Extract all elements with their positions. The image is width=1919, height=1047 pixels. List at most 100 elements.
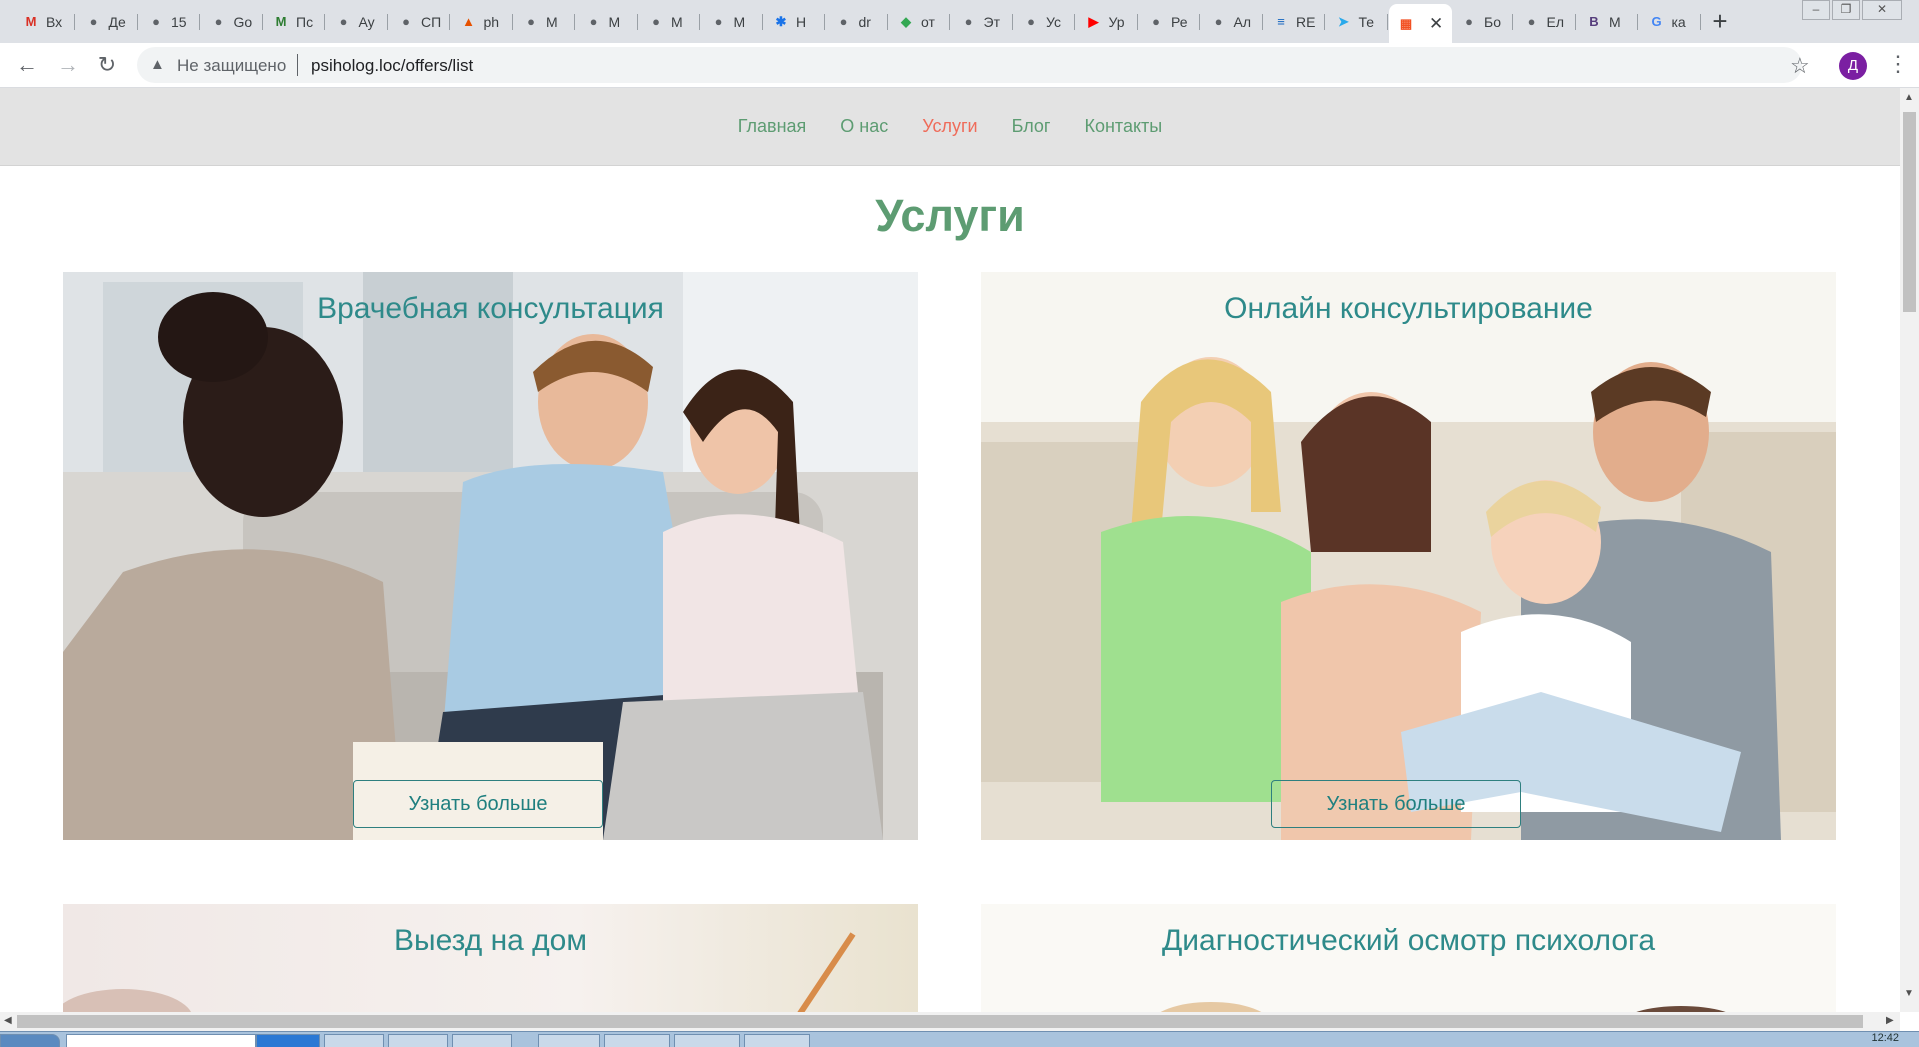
- browser-menu-icon[interactable]: ⋮: [1887, 51, 1909, 77]
- tab-separator: [511, 14, 513, 30]
- tab-title: М: [671, 13, 683, 30]
- tab-title: RE: [1296, 13, 1316, 30]
- gmail-icon: M: [25, 14, 37, 29]
- page-viewport: Главная О нас Услуги Блог Контакты Услуги: [0, 88, 1900, 1012]
- taskbar-item[interactable]: [452, 1034, 512, 1047]
- browser-tab[interactable]: ● М: [577, 8, 638, 35]
- google-icon: G: [1651, 14, 1662, 29]
- bootstrap-icon: B: [1589, 14, 1599, 29]
- browser-tab[interactable]: ● СП: [389, 8, 450, 35]
- globe-icon: ●: [214, 14, 223, 29]
- browser-tab[interactable]: M Пс: [264, 8, 325, 35]
- browser-tab[interactable]: ▦ ✕: [1389, 4, 1452, 43]
- nav-link[interactable]: Услуги: [922, 116, 977, 136]
- browser-tab[interactable]: ● Бо: [1452, 8, 1513, 35]
- globe-icon: ●: [1027, 14, 1035, 29]
- browser-tab[interactable]: Gка: [1640, 8, 1701, 35]
- service-title: Выезд на дом: [394, 924, 587, 957]
- scroll-left-icon[interactable]: ◀: [4, 1015, 12, 1026]
- maps-pin-icon: ◆: [901, 13, 911, 29]
- tab-title: Go: [233, 13, 253, 30]
- scroll-up-icon[interactable]: ▲: [1904, 92, 1914, 103]
- globe-icon: ●: [1152, 14, 1160, 29]
- taskbar-item[interactable]: [324, 1034, 384, 1047]
- taskbar-item[interactable]: [388, 1034, 448, 1047]
- taskbar-item[interactable]: [674, 1034, 740, 1047]
- browser-tab[interactable]: ▲ ph: [452, 8, 513, 35]
- back-icon[interactable]: ←: [12, 51, 42, 81]
- tab-separator: [74, 14, 75, 30]
- browser-tab[interactable]: M Вх: [14, 8, 75, 35]
- vertical-scrollbar[interactable]: ▲ ▼: [1900, 88, 1919, 1012]
- globe-icon: ●: [964, 14, 973, 29]
- tab-separator: [824, 14, 825, 30]
- tab-separator: [386, 14, 388, 30]
- address-bar[interactable]: ▲ Не защищено psiholog.loc/offers/list: [137, 47, 1802, 83]
- close-tab-icon[interactable]: ✕: [1429, 14, 1443, 34]
- nav-link[interactable]: Главная: [738, 116, 807, 136]
- browser-tab[interactable]: ▶ Ур: [1077, 8, 1138, 35]
- new-tab-button[interactable]: +: [1706, 8, 1734, 36]
- globe-icon: ●: [589, 14, 598, 29]
- scroll-right-icon[interactable]: ▶: [1886, 1015, 1894, 1026]
- browser-tab[interactable]: ◆ от: [889, 8, 950, 35]
- browser-tab[interactable]: ● М: [639, 8, 700, 35]
- tab-title: Де: [108, 13, 126, 30]
- browser-tab[interactable]: ● М: [702, 8, 763, 35]
- security-status[interactable]: Не защищено: [177, 56, 286, 76]
- taskbar-item[interactable]: [604, 1034, 670, 1047]
- tab-separator: [1386, 14, 1388, 30]
- browser-tab[interactable]: ● Ре: [1139, 8, 1200, 35]
- browser-tab[interactable]: ● Эт: [952, 8, 1013, 35]
- browser-tab[interactable]: ● Ел: [1515, 8, 1576, 35]
- nav-link[interactable]: Блог: [1012, 116, 1051, 136]
- globe-icon: ●: [89, 14, 98, 29]
- warning-icon[interactable]: ▲: [150, 56, 165, 73]
- browser-tab[interactable]: ● 15: [139, 8, 200, 35]
- url-text[interactable]: psiholog.loc/offers/list: [311, 56, 473, 76]
- tab-separator: [1261, 14, 1263, 30]
- profile-avatar[interactable]: Д: [1839, 52, 1867, 80]
- browser-tab[interactable]: ● Ус: [1014, 8, 1075, 35]
- browser-tab[interactable]: BМ: [1577, 8, 1638, 35]
- restore-button[interactable]: ❐: [1832, 0, 1860, 20]
- browser-tab[interactable]: ● Go: [202, 8, 263, 35]
- tab-separator: [949, 14, 950, 30]
- tab-title: Бо: [1484, 13, 1501, 30]
- tab-title: М: [608, 13, 621, 30]
- browser-tab[interactable]: ➤ Те: [1327, 8, 1388, 35]
- scroll-thumb[interactable]: [1903, 112, 1916, 312]
- browser-tab[interactable]: ● М: [514, 8, 575, 35]
- browser-tab[interactable]: ● Ал: [1202, 8, 1263, 35]
- start-button[interactable]: [0, 1034, 60, 1047]
- forward-icon[interactable]: →: [53, 51, 83, 81]
- browser-tab[interactable]: ✱ Н: [764, 8, 825, 35]
- browser-tab[interactable]: ● Ау: [327, 8, 388, 35]
- tab-separator: [449, 14, 450, 30]
- scroll-thumb[interactable]: [17, 1015, 1863, 1028]
- browser-tab[interactable]: ≡ RE: [1264, 8, 1325, 35]
- tab-title: Те: [1358, 13, 1375, 30]
- windows-logo-icon: ▦: [1399, 15, 1413, 31]
- reload-icon[interactable]: ↻: [92, 51, 122, 81]
- close-window-button[interactable]: ✕: [1862, 0, 1902, 20]
- learn-more-button[interactable]: Узнать больше: [1271, 780, 1521, 828]
- browser-tab[interactable]: ● dr: [827, 8, 888, 35]
- learn-more-button[interactable]: Узнать больше: [353, 780, 603, 828]
- tab-separator: [1199, 14, 1200, 30]
- taskbar-item[interactable]: [744, 1034, 810, 1047]
- globe-icon: ●: [402, 14, 410, 29]
- scroll-down-icon[interactable]: ▼: [1904, 988, 1914, 999]
- browser-tab[interactable]: ● Де: [77, 8, 138, 35]
- taskbar-item[interactable]: [256, 1034, 320, 1047]
- taskbar-search[interactable]: [66, 1034, 256, 1047]
- family-reading-book-photo: [981, 272, 1836, 840]
- nav-link[interactable]: О нас: [840, 116, 888, 136]
- tab-title: Ау: [358, 13, 375, 30]
- nav-link[interactable]: Контакты: [1084, 116, 1162, 136]
- horizontal-scrollbar[interactable]: ◀ ▶: [0, 1012, 1900, 1031]
- bookmark-star-icon[interactable]: ☆: [1790, 53, 1810, 79]
- tab-separator: [1136, 14, 1138, 30]
- taskbar-item[interactable]: [538, 1034, 600, 1047]
- minimize-button[interactable]: –: [1802, 0, 1830, 20]
